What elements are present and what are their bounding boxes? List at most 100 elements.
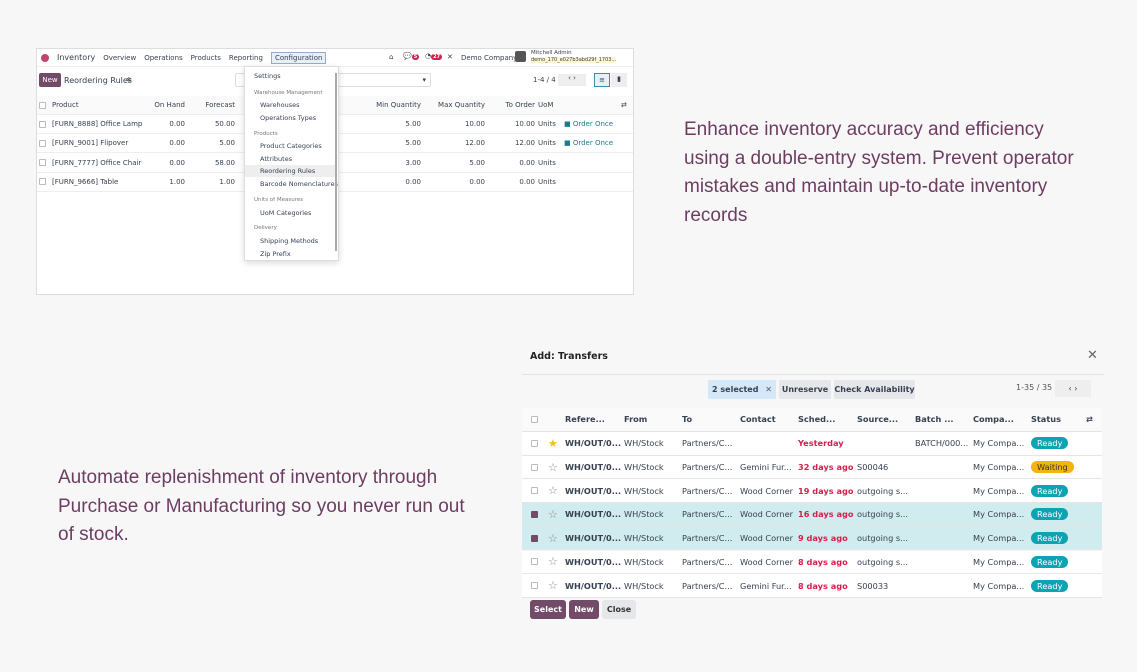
tools-icon[interactable]: ✕ bbox=[447, 53, 453, 61]
row-checkbox[interactable] bbox=[531, 510, 538, 518]
nav-configuration[interactable]: Configuration bbox=[270, 51, 327, 64]
menu-settings[interactable]: Settings bbox=[254, 72, 281, 80]
menu-operation-types[interactable]: Operations Types bbox=[260, 114, 316, 122]
col-reference[interactable]: Refere... bbox=[565, 414, 605, 424]
col-to-order[interactable]: To Order bbox=[497, 101, 536, 109]
col-contact[interactable]: Contact bbox=[740, 414, 776, 424]
max-qty: 5.00 bbox=[469, 158, 485, 167]
menu-warehouses[interactable]: Warehouses bbox=[260, 101, 300, 109]
reference: WH/OUT/0... bbox=[565, 533, 622, 544]
select-all-checkbox[interactable] bbox=[531, 415, 538, 423]
table-row[interactable]: ☆ WH/OUT/0... WH/Stock Partners/C... Gem… bbox=[522, 574, 1102, 598]
forecast: 5.00 bbox=[219, 139, 235, 148]
column-settings-icon[interactable]: ⇄ bbox=[1086, 414, 1093, 424]
to-order: 0.00 bbox=[519, 177, 535, 186]
nav-operations[interactable]: Operations bbox=[144, 54, 182, 62]
row-checkbox[interactable] bbox=[39, 120, 46, 128]
forecast: 1.00 bbox=[219, 177, 235, 186]
select-all-checkbox[interactable] bbox=[39, 101, 46, 109]
star-icon[interactable]: ★ bbox=[548, 437, 558, 450]
col-from[interactable]: From bbox=[624, 414, 647, 424]
company: My Compa... bbox=[973, 438, 1025, 449]
col-forecast[interactable]: Forecast bbox=[197, 101, 235, 109]
pager-nav[interactable]: ‹ › bbox=[558, 74, 586, 86]
column-settings-icon[interactable]: ⇄ bbox=[621, 101, 627, 109]
scheduled: 16 days ago bbox=[798, 509, 854, 520]
row-checkbox[interactable] bbox=[39, 159, 46, 167]
min-qty: 3.00 bbox=[405, 158, 421, 167]
row-checkbox[interactable] bbox=[531, 487, 538, 495]
col-product[interactable]: Product bbox=[52, 101, 79, 109]
star-icon[interactable]: ☆ bbox=[548, 555, 558, 568]
col-company[interactable]: Compa... bbox=[973, 414, 1014, 424]
scrollbar[interactable] bbox=[335, 73, 337, 251]
table-row[interactable]: ☆ WH/OUT/0... WH/Stock Partners/C... Woo… bbox=[522, 503, 1102, 527]
menu-reordering-rules[interactable]: Reordering Rules bbox=[260, 167, 315, 175]
gear-icon[interactable]: ✲ bbox=[126, 76, 132, 84]
col-on-hand[interactable]: On Hand bbox=[147, 101, 185, 109]
row-checkbox[interactable] bbox=[531, 534, 538, 542]
check-availability-button[interactable]: Check Availability bbox=[834, 380, 915, 399]
clear-selection-icon[interactable]: ✕ bbox=[765, 385, 772, 394]
order-once-button[interactable]: ■ Order Once bbox=[564, 120, 613, 128]
col-batch[interactable]: Batch ... bbox=[915, 414, 954, 424]
row-checkbox[interactable] bbox=[531, 558, 538, 566]
star-icon[interactable]: ☆ bbox=[548, 579, 558, 592]
select-button[interactable]: Select bbox=[530, 600, 566, 619]
col-min-qty[interactable]: Min Quantity bbox=[367, 101, 421, 109]
menu-barcode[interactable]: Barcode Nomenclatures bbox=[260, 180, 338, 188]
table-row[interactable]: ☆ WH/OUT/0... WH/Stock Partners/C... Woo… bbox=[522, 479, 1102, 504]
col-uom[interactable]: UoM bbox=[538, 101, 553, 109]
table-row[interactable]: ☆ WH/OUT/0... WH/Stock Partners/C... Woo… bbox=[522, 550, 1102, 575]
product-name: [FURN_9001] Flipover bbox=[52, 139, 129, 148]
menu-product-categories[interactable]: Product Categories bbox=[260, 142, 322, 150]
scheduled: 8 days ago bbox=[798, 580, 848, 591]
pager-nav[interactable]: ‹ › bbox=[1055, 380, 1091, 397]
list-view-icon[interactable]: ≡ bbox=[594, 73, 610, 87]
new-button[interactable]: New bbox=[569, 600, 599, 619]
nav-overview[interactable]: Overview bbox=[103, 54, 136, 62]
close-icon[interactable]: ✕ bbox=[1087, 348, 1098, 363]
table-row[interactable]: ☆ WH/OUT/0... WH/Stock Partners/C... Woo… bbox=[522, 526, 1102, 551]
table-header: Refere... From To Contact Sched... Sourc… bbox=[522, 408, 1102, 432]
avatar[interactable] bbox=[515, 51, 526, 62]
order-once-button[interactable]: ■ Order Once bbox=[564, 139, 613, 147]
table-row[interactable]: ☆ WH/OUT/0... WH/Stock Partners/C... Gem… bbox=[522, 455, 1102, 480]
menu-shipping-methods[interactable]: Shipping Methods bbox=[260, 237, 318, 245]
row-checkbox[interactable] bbox=[531, 463, 538, 471]
col-source[interactable]: Source... bbox=[857, 414, 898, 424]
star-icon[interactable]: ☆ bbox=[548, 508, 558, 521]
row-checkbox[interactable] bbox=[531, 582, 538, 590]
menu-zip-prefix[interactable]: Zip Prefix bbox=[260, 250, 291, 258]
menu-attributes[interactable]: Attributes bbox=[260, 155, 292, 163]
col-to[interactable]: To bbox=[682, 414, 692, 424]
kanban-view-icon[interactable]: ▮ bbox=[611, 73, 627, 87]
menu-uom-categories[interactable]: UoM Categories bbox=[260, 209, 311, 217]
to: Partners/C... bbox=[682, 462, 733, 473]
star-icon[interactable]: ☆ bbox=[548, 484, 558, 497]
col-scheduled[interactable]: Sched... bbox=[798, 414, 835, 424]
company-name[interactable]: Demo Company bbox=[461, 54, 517, 62]
activity-icon[interactable]: ◔ 27 bbox=[425, 52, 443, 60]
messages-icon[interactable]: 💬 5 bbox=[403, 52, 420, 60]
unreserve-button[interactable]: Unreserve bbox=[779, 380, 831, 399]
on-hand: 0.00 bbox=[169, 120, 185, 128]
star-icon[interactable]: ☆ bbox=[548, 532, 558, 545]
nav-products[interactable]: Products bbox=[191, 54, 221, 62]
col-max-qty[interactable]: Max Quantity bbox=[427, 101, 485, 109]
table-row[interactable]: ★ WH/OUT/0... WH/Stock Partners/C... Yes… bbox=[522, 432, 1102, 456]
chevron-down-icon[interactable]: ▾ bbox=[422, 76, 426, 84]
row-checkbox[interactable] bbox=[39, 178, 46, 186]
new-button[interactable]: New bbox=[39, 73, 61, 87]
home-icon[interactable]: ⌂ bbox=[389, 53, 393, 61]
star-icon[interactable]: ☆ bbox=[548, 461, 558, 474]
row-checkbox[interactable] bbox=[531, 439, 538, 447]
row-checkbox[interactable] bbox=[39, 139, 46, 147]
close-button[interactable]: Close bbox=[602, 600, 636, 619]
nav-inventory[interactable]: Inventory bbox=[57, 53, 95, 62]
nav-reporting[interactable]: Reporting bbox=[229, 54, 263, 62]
to: Partners/C... bbox=[682, 533, 733, 544]
col-status[interactable]: Status bbox=[1031, 414, 1061, 424]
status-badge: Ready bbox=[1031, 484, 1069, 497]
min-qty: 0.00 bbox=[405, 177, 421, 186]
